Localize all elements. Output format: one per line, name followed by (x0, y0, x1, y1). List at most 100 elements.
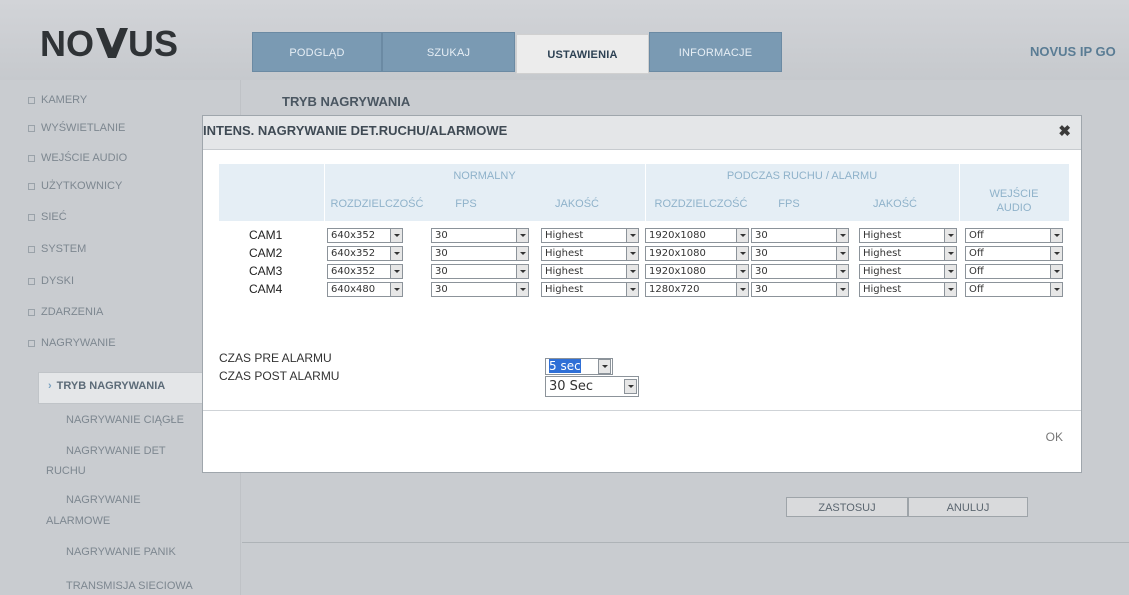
n-fps-select[interactable]: 30 (431, 228, 529, 243)
header-fps: FPS (455, 198, 477, 210)
sidebar-item-label: DYSKI (41, 275, 75, 287)
sidebar-item-wejscie-audio[interactable]: WEJŚCIE AUDIO (28, 152, 127, 164)
select-value: 30 (755, 248, 768, 259)
chevron-down-icon (1050, 247, 1062, 260)
select-value: Highest (863, 266, 902, 277)
sidebar-subitem-nagrywanie-det[interactable]: NAGRYWANIE DET (66, 445, 166, 457)
select-value: 1920x1080 (649, 266, 706, 277)
m-res-select[interactable]: 1280x720 (645, 282, 749, 297)
sidebar-item-zdarzenia[interactable]: ZDARZENIA (28, 306, 103, 318)
camera-label: CAM1 (249, 228, 283, 242)
chevron-down-icon (944, 247, 956, 260)
audio-select[interactable]: Off (965, 228, 1063, 243)
camera-label: CAM3 (249, 264, 283, 278)
m-q-select[interactable]: Highest (859, 246, 957, 261)
audio-select[interactable]: Off (965, 282, 1063, 297)
sidebar-subitem-nagrywanie-alarm[interactable]: NAGRYWANIE (66, 494, 141, 506)
divider (242, 542, 1129, 543)
audio-select[interactable]: Off (965, 246, 1063, 261)
header-audio-line2: AUDIO (996, 202, 1032, 214)
sidebar-item-label: UŻYTKOWNICY (41, 180, 123, 192)
page-title: TRYB NAGRYWANIA (282, 94, 411, 109)
tab-podglad[interactable]: PODGLĄD (252, 32, 382, 72)
n-q-select[interactable]: Highest (541, 246, 639, 261)
select-value: 640x352 (331, 230, 376, 241)
chevron-down-icon (624, 379, 637, 394)
header-quality: JAKOŚĆ (554, 198, 599, 210)
close-icon[interactable]: ✖ (1058, 122, 1071, 140)
chevron-down-icon (836, 247, 848, 260)
chevron-down-icon (736, 265, 748, 278)
m-fps-select[interactable]: 30 (751, 264, 849, 279)
n-q-select[interactable]: Highest (541, 282, 639, 297)
tab-szukaj[interactable]: SZUKAJ (382, 32, 515, 72)
select-value: Highest (545, 248, 584, 259)
post-alarm-select[interactable]: 30 Sec (545, 376, 639, 397)
sidebar-item-uzytkownicy[interactable]: UŻYTKOWNICY (28, 180, 122, 192)
chevron-down-icon (1050, 265, 1062, 278)
chevron-down-icon (626, 229, 638, 242)
n-fps-select[interactable]: 30 (431, 246, 529, 261)
cancel-button[interactable]: ANULUJ (908, 497, 1028, 517)
post-alarm-value: 30 Sec (549, 379, 594, 394)
sidebar-item-nagrywanie[interactable]: NAGRYWANIE (28, 337, 116, 349)
chevron-down-icon (626, 283, 638, 296)
n-res-select[interactable]: 640x480 (327, 282, 403, 297)
m-fps-select[interactable]: 30 (751, 228, 849, 243)
chevron-down-icon (1050, 229, 1062, 242)
m-res-select[interactable]: 1920x1080 (645, 228, 749, 243)
header-motion-alarm: PODCZAS RUCHU / ALARMU (726, 170, 878, 182)
sidebar-item-system[interactable]: SYSTEM (28, 243, 86, 255)
m-res-select[interactable]: 1920x1080 (645, 246, 749, 261)
select-value: Highest (863, 284, 902, 295)
svg-text:US: US (128, 23, 178, 64)
sidebar-item-siec[interactable]: SIEĆ (28, 211, 67, 223)
select-value: Highest (863, 230, 902, 241)
m-q-select[interactable]: Highest (859, 228, 957, 243)
chevron-down-icon (390, 247, 402, 260)
sidebar-item-label: ZDARZENIA (41, 306, 104, 318)
audio-select[interactable]: Off (965, 264, 1063, 279)
header-normal: NORMALNY (453, 170, 516, 182)
chevron-down-icon (944, 265, 956, 278)
m-res-select[interactable]: 1920x1080 (645, 264, 749, 279)
m-fps-select[interactable]: 30 (751, 246, 849, 261)
bullet-icon (28, 339, 35, 347)
svg-text:NO: NO (40, 23, 94, 64)
sidebar-item-dyski[interactable]: DYSKI (28, 275, 74, 287)
sidebar-subitem-transmisja-sieciowa[interactable]: TRANSMISJA SIECIOWA (66, 580, 193, 592)
n-res-select[interactable]: 640x352 (327, 264, 403, 279)
m-fps-select[interactable]: 30 (751, 282, 849, 297)
sidebar-subitem-nagrywanie-ciagle[interactable]: NAGRYWANIE CIĄGŁE (66, 414, 184, 426)
ok-button[interactable]: OK (1046, 430, 1063, 444)
n-fps-select[interactable]: 30 (431, 282, 529, 297)
tab-informacje[interactable]: INFORMACJE (649, 32, 782, 72)
sidebar-subitem-ruchu[interactable]: RUCHU (46, 465, 86, 477)
dialog-title: INTENS. NAGRYWANIE DET.RUCHU/ALARMOWE (203, 123, 508, 138)
m-q-select[interactable]: Highest (859, 282, 957, 297)
n-res-select[interactable]: 640x352 (327, 228, 403, 243)
header-quality: JAKOŚĆ (872, 198, 917, 210)
chevron-down-icon (736, 229, 748, 242)
sidebar-subitem-nagrywanie-panik[interactable]: NAGRYWANIE PANIK (66, 546, 176, 558)
camera-label: CAM4 (249, 282, 283, 296)
chevron-down-icon (390, 229, 402, 242)
sidebar-subitem-tryb-nagrywania[interactable]: › TRYB NAGRYWANIA (48, 380, 165, 392)
sidebar-item-kamery[interactable]: KAMERY (28, 94, 87, 106)
pre-alarm-select[interactable]: 5 sec (545, 358, 613, 375)
apply-button[interactable]: ZASTOSUJ (786, 497, 908, 517)
n-res-select[interactable]: 640x352 (327, 246, 403, 261)
sidebar-item-label: KAMERY (41, 94, 88, 106)
m-q-select[interactable]: Highest (859, 264, 957, 279)
n-fps-select[interactable]: 30 (431, 264, 529, 279)
sidebar-subitem-alarmowe[interactable]: ALARMOWE (46, 515, 110, 527)
chevron-down-icon (836, 265, 848, 278)
bullet-icon (28, 182, 35, 190)
chevron-down-icon (516, 247, 528, 260)
sidebar-item-wyswietlanie[interactable]: WYŚWIETLANIE (28, 122, 125, 134)
sidebar-item-label: WYŚWIETLANIE (41, 122, 126, 134)
n-q-select[interactable]: Highest (541, 228, 639, 243)
n-q-select[interactable]: Highest (541, 264, 639, 279)
divider (203, 410, 1081, 411)
tab-ustawienia[interactable]: USTAWIENIA (516, 34, 649, 74)
